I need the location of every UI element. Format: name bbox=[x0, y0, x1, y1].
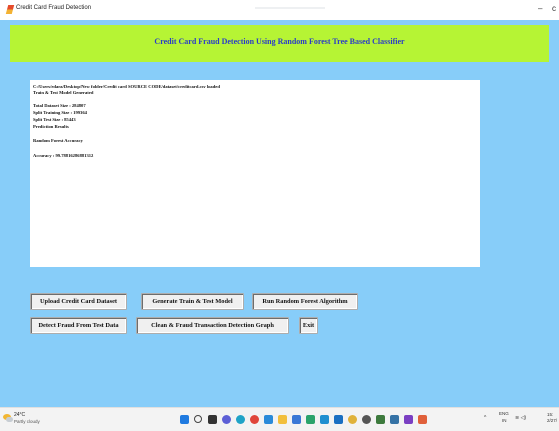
titlebar-divider bbox=[255, 7, 325, 9]
editor-icon[interactable] bbox=[404, 415, 413, 424]
output-line-rf: Random Forest Accuracy bbox=[33, 138, 83, 143]
tray-wifi-sound-icon[interactable]: ≋ ◁) bbox=[515, 415, 526, 421]
tray-chevron-icon[interactable]: ^ bbox=[484, 415, 486, 421]
chrome-alt-icon[interactable] bbox=[348, 415, 357, 424]
output-line-model: Train & Test Model Generated bbox=[33, 90, 94, 95]
app-header: Credit Card Fraud Detection Using Random… bbox=[10, 25, 549, 62]
edge-icon[interactable] bbox=[236, 415, 245, 424]
output-line-total: Total Dataset Size : 284807 bbox=[33, 103, 86, 108]
exit-button[interactable]: Exit bbox=[299, 317, 318, 334]
chrome-icon[interactable] bbox=[250, 415, 259, 424]
fraud-graph-button[interactable]: Clean & Fraud Transaction Detection Grap… bbox=[136, 317, 289, 334]
outlook-icon[interactable] bbox=[334, 415, 343, 424]
git-icon[interactable] bbox=[418, 415, 427, 424]
app-heading: Credit Card Fraud Detection Using Random… bbox=[154, 37, 405, 46]
window-title: Credit Card Fraud Detection bbox=[16, 5, 92, 11]
output-line-prediction: Prediction Results bbox=[33, 124, 69, 129]
output-line-test: Split Test Size : 85443 bbox=[33, 117, 76, 122]
tray-language-top[interactable]: ENG bbox=[499, 411, 509, 416]
weather-temperature[interactable]: 24°C bbox=[14, 412, 25, 418]
window-titlebar: Credit Card Fraud Detection – c bbox=[0, 0, 559, 20]
chat-icon[interactable] bbox=[222, 415, 231, 424]
browser-icon[interactable] bbox=[362, 415, 371, 424]
output-text-area[interactable]: C:/Users/edara/Desktop/New folder/Credit… bbox=[30, 80, 480, 267]
python-icon[interactable] bbox=[390, 415, 399, 424]
store-icon[interactable] bbox=[292, 415, 301, 424]
run-random-forest-button[interactable]: Run Random Forest Algorithm bbox=[252, 293, 358, 310]
weather-description: Partly cloudy bbox=[14, 419, 40, 424]
output-line-loaded: C:/Users/edara/Desktop/New folder/Credit… bbox=[33, 84, 220, 89]
tray-language-bottom: IN bbox=[502, 418, 507, 423]
file-explorer-icon[interactable] bbox=[278, 415, 287, 424]
windows-start-icon[interactable] bbox=[180, 415, 189, 424]
minimize-button[interactable]: – bbox=[538, 4, 542, 13]
upload-dataset-button[interactable]: Upload Credit Card Dataset bbox=[30, 293, 127, 310]
search-icon[interactable] bbox=[194, 415, 202, 423]
detect-fraud-button[interactable]: Detect Fraud From Test Data bbox=[30, 317, 127, 334]
taskbar-clock[interactable]: 15: 2/27/ bbox=[547, 412, 557, 424]
output-line-train: Split Training Size : 199364 bbox=[33, 110, 87, 115]
task-view-icon[interactable] bbox=[208, 415, 217, 424]
taskbar: 24°C Partly cloudy ^ ENG IN ≋ ◁) 15: 2/2… bbox=[0, 407, 559, 431]
mail-icon[interactable] bbox=[306, 415, 315, 424]
window-control-overflow[interactable]: c bbox=[552, 4, 556, 13]
output-line-accuracy: Accuracy : 99.78816286881312 bbox=[33, 153, 94, 158]
weather-cloud-sun-icon bbox=[3, 414, 13, 422]
photos-icon[interactable] bbox=[320, 415, 329, 424]
app-feather-icon bbox=[5, 5, 15, 14]
clock-date: 2/27/ bbox=[547, 418, 558, 423]
terminal-icon[interactable] bbox=[376, 415, 385, 424]
generate-model-button[interactable]: Generate Train & Test Model bbox=[141, 293, 244, 310]
vscode-icon[interactable] bbox=[264, 415, 273, 424]
